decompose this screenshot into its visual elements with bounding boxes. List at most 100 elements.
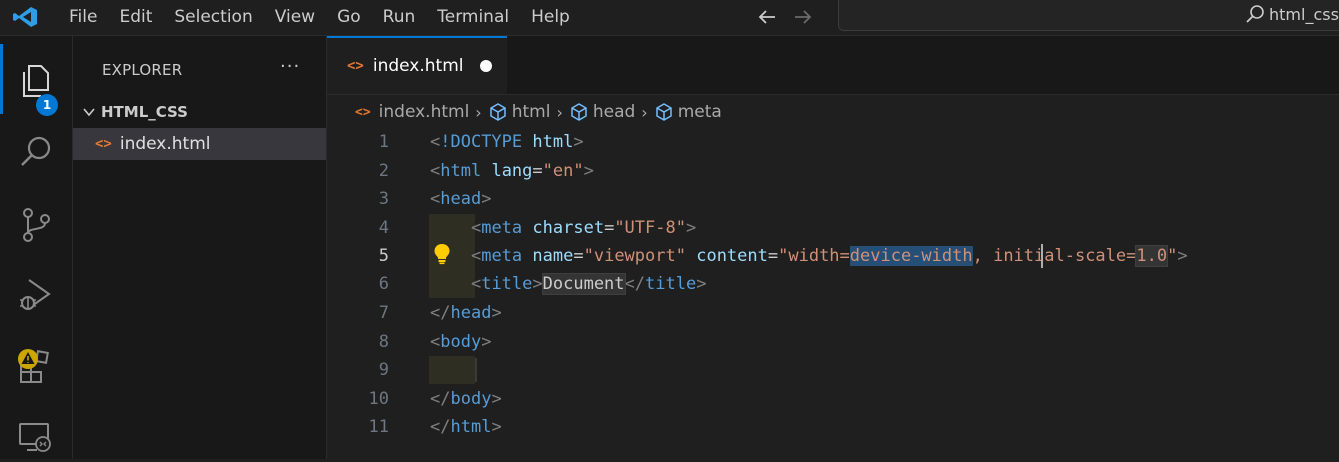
code-line: 9 <box>327 356 1339 384</box>
breadcrumb-item-html[interactable]: html <box>512 102 551 122</box>
token-string: "en" <box>542 161 584 181</box>
token-string: 1.0 <box>1135 245 1169 267</box>
vscode-logo-icon[interactable] <box>12 6 38 28</box>
folder-label: HTML_CSS <box>101 103 188 121</box>
activity-remote-explorer[interactable] <box>0 406 72 462</box>
element-cube-icon <box>571 103 587 121</box>
breadcrumb: <> index.html › html › head › meta <box>355 98 722 126</box>
tab-index-html[interactable]: <> index.html <box>327 36 507 94</box>
code-line: 1 <!DOCTYPE html> <box>327 128 1339 156</box>
lightbulb-icon[interactable] <box>433 243 451 265</box>
menu-selection[interactable]: Selection <box>163 0 263 35</box>
token-tag: title <box>481 274 533 294</box>
title-bar: File Edit Selection View Go Run Terminal… <box>0 0 1339 36</box>
run-debug-icon <box>20 279 51 310</box>
navigation-arrows <box>756 6 814 28</box>
line-number: 3 <box>378 189 389 209</box>
token-attr: content <box>696 246 768 266</box>
token-string: "width= <box>778 246 850 266</box>
explorer-title: EXPLORER <box>102 61 183 79</box>
breadcrumb-item-head[interactable]: head <box>593 102 635 122</box>
line-number: 2 <box>378 161 389 181</box>
code-text: </html> <box>430 417 502 437</box>
warning-icon <box>18 349 38 369</box>
line-number: 9 <box>378 360 389 380</box>
line-number: 7 <box>378 303 389 323</box>
activity-explorer[interactable]: 1 <box>0 50 72 116</box>
token-tag: html <box>450 417 492 437</box>
breadcrumb-item-file[interactable]: index.html <box>379 102 470 122</box>
menu-file[interactable]: File <box>58 0 108 35</box>
chevron-down-icon <box>83 108 95 117</box>
token-tag: meta <box>481 218 523 238</box>
forward-arrow-icon[interactable] <box>792 6 814 28</box>
breadcrumb-item-meta[interactable]: meta <box>678 102 722 122</box>
unsaved-dot-icon[interactable] <box>479 60 492 72</box>
explorer-sidebar: EXPLORER ··· HTML_CSS <> index.html <box>73 36 327 459</box>
code-text: </body> <box>430 389 502 409</box>
activity-bar: 1 <box>0 36 73 459</box>
code-text: <body> <box>430 332 492 352</box>
code-text: <html lang="en"> <box>430 161 594 181</box>
activity-source-control[interactable] <box>0 193 72 249</box>
token-tag: head <box>440 189 482 209</box>
token-tag: body <box>450 389 492 409</box>
token-attr: lang <box>491 161 533 181</box>
back-arrow-icon[interactable] <box>756 6 778 28</box>
line-number: 1 <box>378 132 389 152</box>
line-number: 11 <box>368 417 389 437</box>
token-doctype: !DOCTYPE <box>440 132 523 152</box>
code-line: 3 <head> <box>327 185 1339 213</box>
html-file-icon: <> <box>355 104 371 120</box>
command-center-search[interactable]: html_css <box>1245 4 1339 24</box>
menu-go[interactable]: Go <box>326 0 372 35</box>
editor-tabs: <> index.html <box>327 36 1339 95</box>
menu-run[interactable]: Run <box>372 0 427 35</box>
search-icon <box>1246 5 1264 23</box>
code-text: <title>Document</title> <box>470 273 707 295</box>
code-line-active: 5 <meta name="viewport" content="width=d… <box>327 242 1339 270</box>
indent-cursor-guide <box>475 358 477 382</box>
code-text: <meta charset="UTF-8"> <box>470 218 697 238</box>
token-string: "viewport" <box>583 246 686 266</box>
search-icon <box>21 136 51 166</box>
menu-view[interactable]: View <box>264 0 326 35</box>
file-item-index-html[interactable]: <> index.html <box>73 128 326 160</box>
menu-help[interactable]: Help <box>520 0 581 35</box>
code-line: 4 <meta charset="UTF-8"> <box>327 214 1339 242</box>
more-actions-button[interactable]: ··· <box>280 56 300 77</box>
code-editor[interactable]: 1 <!DOCTYPE html> 2 <html lang="en"> 3 <… <box>327 128 1339 459</box>
breadcrumb-separator-icon: › <box>556 102 563 122</box>
token-tag: body <box>440 332 482 352</box>
token-attr: charset <box>532 218 605 238</box>
file-label: index.html <box>119 134 211 154</box>
line-number: 5 <box>378 246 389 266</box>
explorer-badge: 1 <box>36 94 58 116</box>
html-file-icon: <> <box>347 58 364 74</box>
menu-bar: File Edit Selection View Go Run Terminal… <box>58 0 581 35</box>
line-number: 6 <box>378 274 389 294</box>
breadcrumb-separator-icon: › <box>641 102 648 122</box>
activity-extensions[interactable] <box>0 336 72 392</box>
token-attr: name <box>532 246 574 266</box>
code-line: 2 <html lang="en"> <box>327 157 1339 185</box>
code-line: 11 </html> <box>327 413 1339 441</box>
token-string: , initial-scale= <box>972 246 1137 266</box>
activity-run-debug[interactable] <box>0 264 72 320</box>
code-text: <meta name="viewport" content="width=dev… <box>470 245 1188 267</box>
command-center-label: html_css <box>1269 4 1339 24</box>
token-string: "UTF-8" <box>614 218 686 238</box>
token-tag: html <box>440 161 482 181</box>
html-file-icon: <> <box>95 136 112 152</box>
activity-search[interactable] <box>0 122 72 178</box>
menu-edit[interactable]: Edit <box>108 0 163 35</box>
token-html: html <box>532 132 574 152</box>
element-cube-icon <box>489 103 506 121</box>
token-text: Document <box>541 273 626 295</box>
code-text: </head> <box>430 303 502 323</box>
code-line: 7 </head> <box>327 299 1339 327</box>
folder-html-css[interactable]: HTML_CSS <box>73 98 326 126</box>
menu-terminal[interactable]: Terminal <box>426 0 520 35</box>
selected-text: device-width <box>849 246 973 266</box>
code-line: 8 <body> <box>327 328 1339 356</box>
